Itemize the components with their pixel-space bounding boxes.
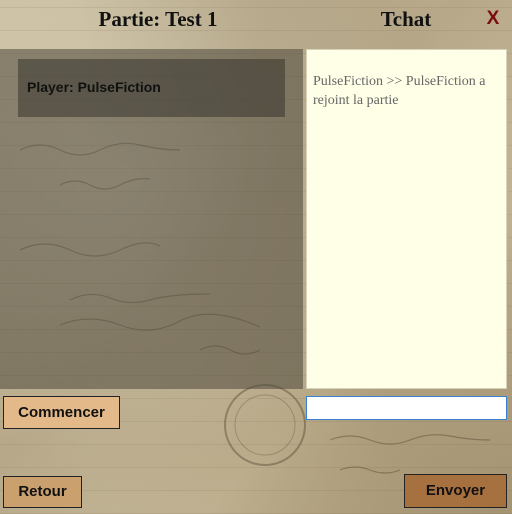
player-name: Player: PulseFiction — [27, 79, 161, 95]
chat-input[interactable] — [306, 396, 507, 420]
send-button[interactable]: Envoyer — [404, 474, 507, 508]
player-item: Player: PulseFiction — [18, 59, 285, 117]
game-title: Partie: Test 1 — [98, 7, 218, 31]
chat-title: Tchat — [380, 7, 432, 31]
back-button[interactable]: Retour — [3, 476, 82, 508]
close-icon[interactable]: X — [484, 8, 502, 30]
start-button[interactable]: Commencer — [3, 396, 120, 429]
chat-message: PulseFiction >> PulseFiction a rejoint l… — [313, 74, 486, 108]
players-panel: Player: PulseFiction — [0, 49, 303, 389]
chat-messages: PulseFiction >> PulseFiction a rejoint l… — [306, 49, 507, 389]
